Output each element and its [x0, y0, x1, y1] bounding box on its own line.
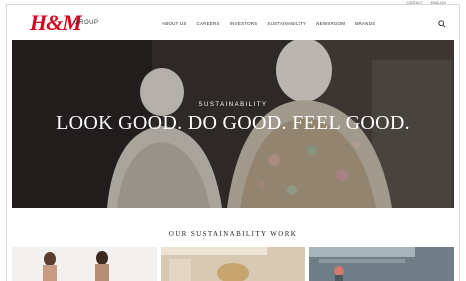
main-nav: ABOUT US CAREERS INVESTORS SUSTAINABILIT… [162, 21, 375, 26]
hero-banner[interactable]: SUSTAINABILITY LOOK GOOD. DO GOOD. FEEL … [12, 40, 454, 208]
browser-page: CONTACT ENGLISH H&M GROUP ABOUT US CAREE… [0, 0, 466, 281]
hero-eyebrow: SUSTAINABILITY [198, 102, 268, 108]
tile-models-image [12, 247, 118, 281]
sustainability-tiles [12, 247, 455, 281]
hero-text: SUSTAINABILITY LOOK GOOD. DO GOOD. FEEL … [12, 102, 454, 135]
nav-item-investors[interactable]: INVESTORS [230, 21, 258, 26]
site-header: H&M GROUP ABOUT US CAREERS INVESTORS SUS… [12, 6, 454, 40]
nav-item-about-us[interactable]: ABOUT US [162, 21, 187, 26]
tile-textiles[interactable] [160, 247, 306, 281]
section-heading: OUR SUSTAINABILITY WORK [168, 230, 298, 238]
nav-item-brands[interactable]: BRANDS [355, 21, 375, 26]
hm-logo[interactable]: H&M [30, 10, 82, 36]
group-label: GROUP [74, 20, 99, 26]
utility-link-language[interactable]: ENGLISH [431, 1, 446, 5]
hero-title: LOOK GOOD. DO GOOD. FEEL GOOD. [56, 112, 410, 134]
nav-item-sustainability[interactable]: SUSTAINABILITY [267, 21, 306, 26]
utility-links: CONTACT ENGLISH [406, 1, 446, 5]
utility-link-contact[interactable]: CONTACT [406, 1, 423, 5]
tile-textiles-image [160, 247, 267, 281]
nav-item-newsroom[interactable]: NEWSROOM [316, 21, 345, 26]
search-icon[interactable] [438, 20, 446, 28]
tile-factory-image [309, 247, 416, 281]
nav-item-careers[interactable]: CAREERS [197, 21, 220, 26]
tile-models[interactable] [12, 247, 157, 281]
tile-factory[interactable] [309, 247, 455, 281]
